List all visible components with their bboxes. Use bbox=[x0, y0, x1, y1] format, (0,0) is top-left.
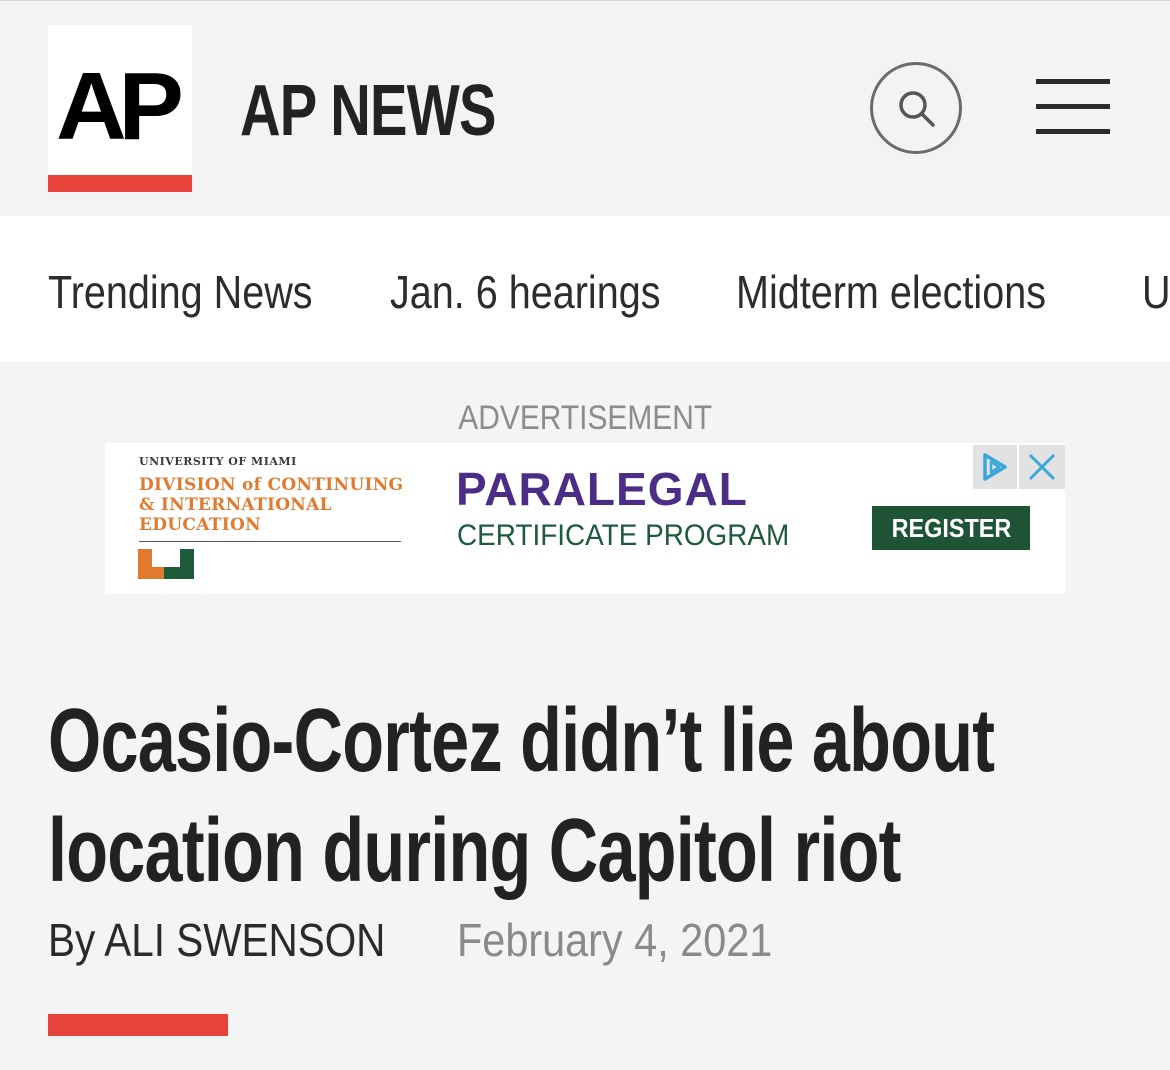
nav-item-jan6-hearings[interactable]: Jan. 6 hearings bbox=[390, 266, 661, 318]
nav-item-truncated[interactable]: U bbox=[1142, 266, 1170, 318]
article-accent-bar bbox=[48, 1014, 228, 1036]
university-u-logo-icon bbox=[138, 549, 194, 579]
article-headline-line1: Ocasio-Cortez didn’t lie about bbox=[48, 691, 995, 791]
hamburger-line bbox=[1036, 104, 1110, 109]
nav-item-trending-news[interactable]: Trending News bbox=[48, 266, 313, 318]
ad-headline: PARALEGAL bbox=[456, 463, 748, 515]
ad-register-label: REGISTER bbox=[891, 513, 1011, 543]
ad-sponsor-line3: EDUCATION bbox=[139, 515, 261, 535]
hamburger-menu-icon bbox=[1036, 79, 1110, 84]
search-icon bbox=[899, 91, 935, 127]
ad-subheadline: CERTIFICATE PROGRAM bbox=[457, 519, 790, 552]
advertisement-label-text: ADVERTISEMENT bbox=[458, 399, 712, 437]
article-date: February 4, 2021 bbox=[457, 914, 773, 966]
close-icon bbox=[1028, 453, 1056, 481]
advertisement-label: ADVERTISEMENT bbox=[0, 398, 1170, 438]
ap-logo[interactable]: AP bbox=[48, 25, 192, 175]
ad-banner[interactable]: UNIVERSITY OF MIAMI DIVISION of CONTINUI… bbox=[105, 443, 1065, 594]
article-headline: Ocasio-Cortez didn’t lie about location … bbox=[48, 686, 1148, 906]
article-headline-line2: location during Capitol riot bbox=[48, 801, 901, 901]
ad-register-button[interactable]: REGISTER bbox=[872, 506, 1030, 550]
menu-button[interactable] bbox=[1036, 79, 1112, 139]
ad-sponsor-line2: & INTERNATIONAL bbox=[139, 495, 332, 515]
article-byline[interactable]: By ALI SWENSON bbox=[48, 912, 385, 968]
search-button[interactable] bbox=[870, 62, 962, 154]
nav-item-midterm-elections[interactable]: Midterm elections bbox=[736, 266, 1046, 318]
ad-sponsor-small: UNIVERSITY OF MIAMI bbox=[139, 455, 297, 468]
adchoices-icon bbox=[983, 453, 1007, 481]
hamburger-line bbox=[1036, 129, 1110, 134]
site-header: AP AP NEWS bbox=[0, 0, 1170, 215]
adchoices-button[interactable] bbox=[973, 445, 1017, 489]
ad-divider bbox=[139, 541, 401, 542]
page: AP AP NEWS Trending News Jan. 6 hearings… bbox=[0, 0, 1170, 1070]
ap-logo-text: AP bbox=[56, 53, 184, 160]
ad-close-button[interactable] bbox=[1019, 445, 1065, 489]
logo-accent-bar bbox=[48, 175, 192, 192]
ad-sponsor-division: DIVISION of CONTINUING & INTERNATIONAL E… bbox=[139, 475, 404, 535]
brand-title[interactable]: AP NEWS bbox=[240, 71, 496, 151]
ad-sponsor-line1: DIVISION of CONTINUING bbox=[139, 475, 404, 495]
trending-nav: Trending News Jan. 6 hearings Midterm el… bbox=[0, 216, 1170, 362]
